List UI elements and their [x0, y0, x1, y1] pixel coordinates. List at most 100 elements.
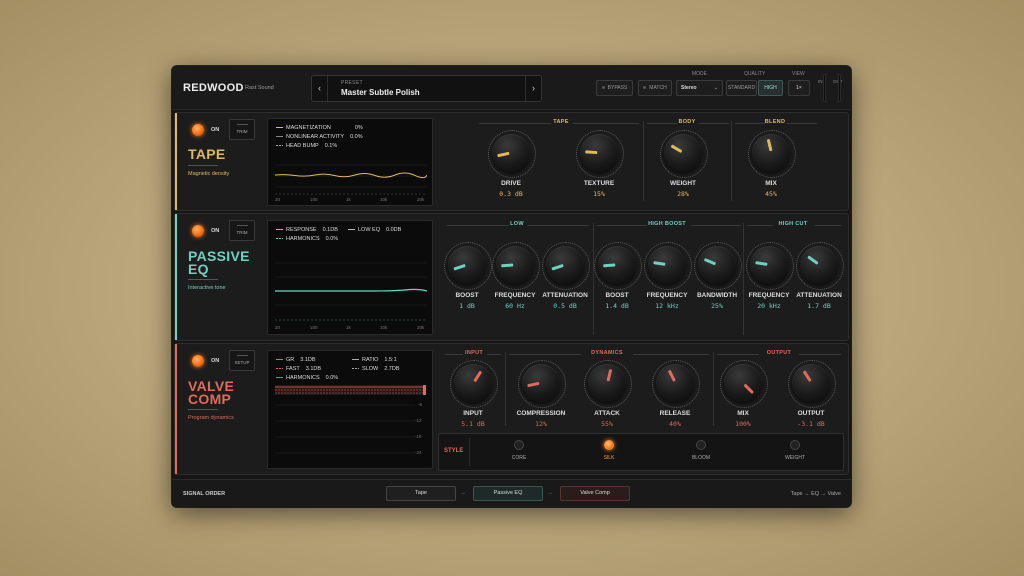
db-tick: -12	[415, 418, 422, 423]
plugin-window: REDWOOD Rast Sound ‹ PRESET Master Subtl…	[172, 66, 851, 507]
freq-tick: 20k	[417, 197, 425, 202]
knob-frequency[interactable]	[746, 242, 794, 290]
dynamics-group-line-right	[633, 354, 709, 355]
input-separator	[505, 352, 506, 426]
tape-separator	[643, 121, 644, 201]
quality-label: QUALITY	[744, 71, 766, 77]
highcut-group-line-right	[815, 225, 841, 226]
knob-indicator-icon	[703, 258, 716, 266]
knob-value: 45%	[765, 190, 777, 198]
knob-value: 28%	[677, 190, 689, 198]
body-group-line-right	[699, 123, 729, 124]
highcut-group-line-left	[747, 225, 773, 226]
blend-group-title: BLEND	[764, 119, 786, 125]
style-option-silk-radio[interactable]	[604, 440, 614, 450]
signal-item-valve-comp[interactable]: Valve Comp	[560, 486, 630, 501]
chevron-right-icon[interactable]: ›	[525, 76, 541, 101]
match-indicator-icon	[643, 86, 647, 90]
knob-indicator-icon	[606, 369, 612, 382]
view-scale-button[interactable]: 1×	[788, 80, 810, 96]
knob-indicator-icon	[667, 369, 676, 382]
knob-label: OUTPUT	[797, 410, 825, 417]
bypass-button[interactable]: BYPASS	[596, 80, 633, 96]
style-option-bloom-label[interactable]: BLOOM	[681, 455, 721, 461]
knob-label: MIX	[765, 180, 777, 187]
eq-on-label: ON	[211, 228, 220, 234]
comp-legend-harmonics: HARMONICS 0.0%	[276, 375, 338, 381]
view-label: VIEW	[792, 71, 805, 77]
knob-output[interactable]	[788, 360, 836, 408]
style-option-weight-label[interactable]: WEIGHT	[775, 455, 815, 461]
comp-power-button[interactable]	[192, 355, 204, 367]
style-option-core-label[interactable]: CORE	[499, 455, 539, 461]
knob-attenuation[interactable]	[796, 242, 844, 290]
tape-trim-button[interactable]: TRIM	[229, 119, 255, 140]
knob-drive[interactable]	[488, 130, 536, 178]
top-bar: REDWOOD Rast Sound ‹ PRESET Master Subtl…	[172, 66, 851, 110]
high-cut-group-title: HIGH CUT	[778, 221, 808, 227]
preset-selector[interactable]: ‹ PRESET Master Subtle Polish ›	[311, 75, 542, 102]
tape-title: TAPE	[188, 146, 226, 162]
tape-group-title: TAPE	[553, 119, 569, 125]
brand-subtitle: Rast Sound	[245, 85, 274, 91]
style-label: STYLE	[444, 448, 464, 454]
comp-legend-slow: SLOW 2.7DB	[352, 366, 400, 372]
style-option-weight-radio[interactable]	[790, 440, 800, 450]
knob-compression[interactable]	[518, 360, 566, 408]
tape-section: ON TRIM TAPE Magnetic density MAGNETIZAT…	[174, 112, 849, 211]
legend-swatch-icon	[276, 144, 283, 147]
knob-attack[interactable]	[584, 360, 632, 408]
brand-logo: REDWOOD	[183, 82, 244, 94]
knob-indicator-icon	[603, 263, 616, 268]
style-selector: STYLE CORE SILK BLOOM WEIGHT	[438, 433, 844, 471]
legend-swatch-icon	[276, 126, 283, 129]
style-option-silk-label[interactable]: SILK	[589, 455, 629, 461]
mode-select[interactable]: Stereo ⌄	[676, 80, 723, 96]
knob-attenuation[interactable]	[542, 242, 590, 290]
quality-high-button[interactable]: HIGH	[758, 80, 783, 96]
knob-weight[interactable]	[660, 130, 708, 178]
match-button[interactable]: MATCH	[638, 80, 672, 96]
eq-subtitle: Interactive tone	[188, 285, 226, 291]
knob-value: -3.1 dB	[797, 420, 825, 428]
freq-tick: 10k	[380, 197, 388, 202]
knob-indicator-icon	[653, 261, 666, 266]
comp-setup-button[interactable]: SETUP	[229, 350, 255, 371]
signal-item-tape[interactable]: Tape	[386, 486, 456, 501]
highboost-group-line-right	[691, 225, 741, 226]
eq-legend-low-eq: LOW EQ 0.0DB	[348, 227, 401, 233]
knob-release[interactable]	[652, 360, 700, 408]
freq-tick: 20	[275, 197, 281, 202]
knob-indicator-icon	[585, 150, 598, 155]
knob-bandwidth[interactable]	[694, 242, 742, 290]
eq-display: RESPONSE 0.1DB LOW EQ 0.0DB HARMONICS 0.0% …	[267, 220, 433, 335]
eq-trim-button[interactable]: TRIM	[229, 220, 255, 241]
legend-swatch-icon	[276, 228, 283, 231]
knob-mix[interactable]	[720, 360, 768, 408]
knob-frequency[interactable]	[644, 242, 692, 290]
knob-indicator-icon	[501, 263, 514, 268]
comp-on-label: ON	[211, 358, 220, 364]
legend-swatch-icon	[352, 367, 359, 370]
knob-indicator-icon	[807, 255, 819, 265]
mode-value: Stereo	[681, 85, 697, 91]
knob-boost[interactable]	[594, 242, 642, 290]
tape-title-divider	[188, 165, 218, 166]
signal-item-passive-eq[interactable]: Passive EQ	[473, 486, 543, 501]
knob-texture[interactable]	[576, 130, 624, 178]
chevron-left-icon[interactable]: ‹	[312, 76, 328, 101]
output-group-line-left	[717, 354, 759, 355]
high-boost-group-title: HIGH BOOST	[648, 221, 686, 227]
style-option-bloom-radio[interactable]	[696, 440, 706, 450]
knob-frequency[interactable]	[492, 242, 540, 290]
knob-boost[interactable]	[444, 242, 492, 290]
style-option-core-radio[interactable]	[514, 440, 524, 450]
knob-input[interactable]	[450, 360, 498, 408]
match-label: MATCH	[649, 85, 667, 91]
tape-legend-nonlinear: NONLINEAR ACTIVITY 0.0%	[276, 134, 363, 140]
quality-standard-button[interactable]: STANDARD	[726, 80, 757, 96]
knob-mix[interactable]	[748, 130, 796, 178]
knob-value: 1.7 dB	[807, 302, 831, 310]
tape-power-button[interactable]	[192, 124, 204, 136]
eq-power-button[interactable]	[192, 225, 204, 237]
